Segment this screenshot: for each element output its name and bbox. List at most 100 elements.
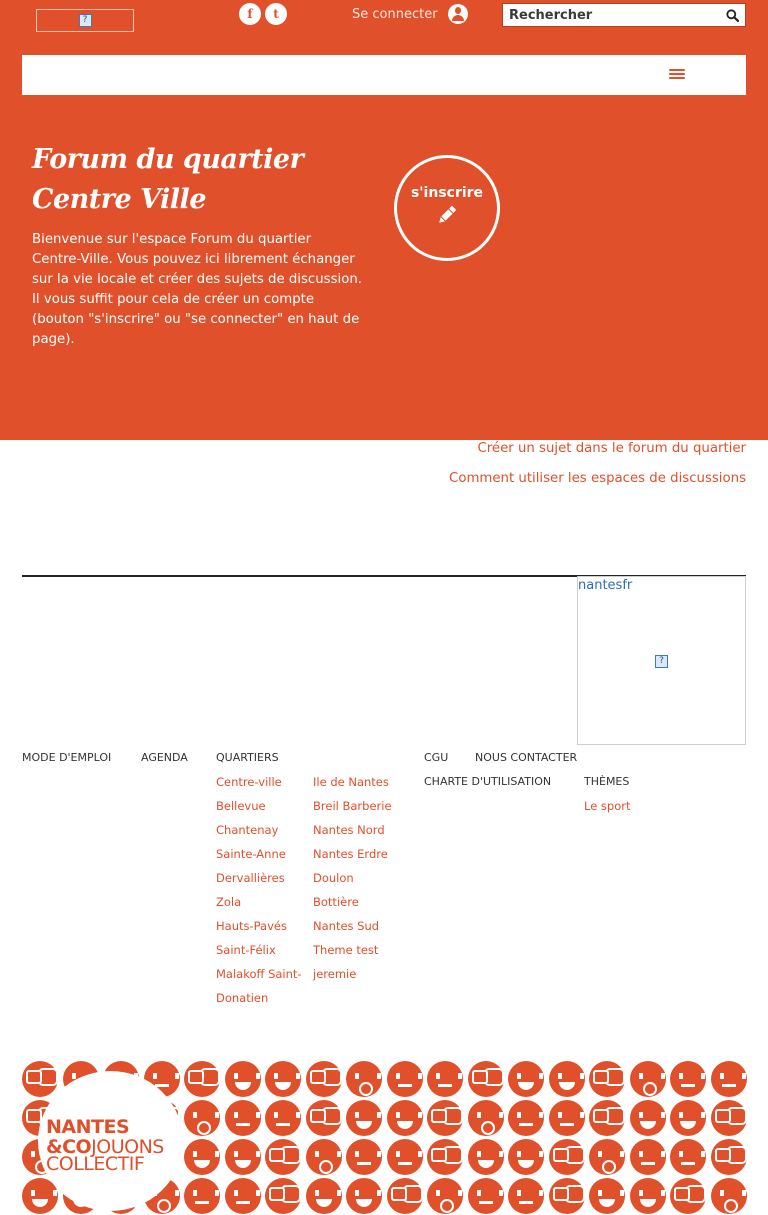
emoji-face-icon (467, 1178, 504, 1214)
emoji-face-icon (710, 1178, 747, 1214)
emoji-face-icon (670, 1178, 706, 1214)
emoji-face-icon (386, 1178, 423, 1214)
quartier-link[interactable]: Theme test (313, 943, 378, 957)
footer-quartiers[interactable]: QUARTIERS (216, 751, 279, 764)
quartier-link[interactable]: Chantenay (216, 823, 278, 837)
twitter-icon[interactable]: t (265, 3, 287, 25)
quartier-link[interactable]: Hauts-Pavés (216, 919, 287, 933)
facebook-icon[interactable]: f (239, 3, 261, 25)
brand-line1: NANTES (46, 1116, 130, 1138)
emoji-face-icon (305, 1061, 342, 1097)
quartier-link[interactable]: jeremie (313, 967, 356, 981)
emoji-face-icon (670, 1139, 706, 1175)
quartier-link[interactable]: Doulon (313, 871, 354, 885)
main-navbar (22, 55, 746, 95)
quartier-link[interactable]: Bottière (313, 895, 359, 909)
emoji-face-icon (467, 1139, 504, 1175)
emoji-face-icon (427, 1100, 463, 1136)
emoji-face-icon (22, 1061, 58, 1097)
quartier-link[interactable]: Dervallières (216, 871, 285, 885)
subscribe-label: s'inscrire (410, 184, 484, 201)
emoji-face-icon (305, 1139, 342, 1175)
emoji-face-icon (508, 1178, 544, 1214)
emoji-face-icon (548, 1100, 585, 1136)
user-icon (447, 4, 468, 24)
subscribe-button[interactable]: s'inscrire (394, 155, 500, 261)
create-topic-link[interactable]: Créer un sujet dans le forum du quartier (477, 441, 746, 456)
hero-banner: ? f t Se connecter Forum du quartier Cen… (0, 0, 768, 440)
emoji-face-icon (427, 1139, 463, 1175)
quartier-link[interactable]: Nantes Erdre (313, 847, 388, 861)
footer-mode-emploi[interactable]: MODE D'EMPLOI (22, 751, 111, 764)
emoji-face-icon (629, 1061, 666, 1097)
quartier-link[interactable]: Zola (216, 895, 241, 909)
quartier-link[interactable]: Centre-ville (216, 775, 282, 789)
emoji-face-icon (224, 1178, 261, 1214)
emoji-face-icon (184, 1061, 220, 1097)
quartier-link[interactable]: Nantes Nord (313, 823, 385, 837)
footer-contact[interactable]: NOUS CONTACTER (475, 751, 577, 764)
site-logo[interactable]: ? (36, 9, 134, 32)
emoji-face-icon (670, 1061, 706, 1097)
pencil-icon (439, 205, 457, 223)
emoji-face-icon (386, 1061, 423, 1097)
emoji-face-icon (265, 1178, 301, 1214)
quartier-link[interactable]: Sainte-Anne (216, 847, 286, 861)
quartier-link[interactable]: Donatien (216, 991, 268, 1005)
how-to-link[interactable]: Comment utiliser les espaces de discussi… (449, 471, 746, 486)
quartier-link[interactable]: Malakoff Saint- (216, 967, 302, 981)
emoji-face-icon (670, 1100, 706, 1136)
emoji-face-icon (184, 1178, 220, 1214)
emoji-face-icon (508, 1100, 544, 1136)
quartier-link[interactable]: Bellevue (216, 799, 266, 813)
emoji-face-icon (508, 1061, 544, 1097)
login-link[interactable]: Se connecter (352, 4, 468, 24)
emoji-face-icon (265, 1061, 301, 1097)
emoji-face-icon (710, 1100, 747, 1136)
quartier-link[interactable]: Ile de Nantes (313, 775, 389, 789)
emoji-face-icon (467, 1061, 504, 1097)
brand-line3: COLLECTIF (46, 1153, 145, 1175)
emoji-face-icon (589, 1139, 625, 1175)
emoji-face-icon (386, 1139, 423, 1175)
ad-label[interactable]: nantesfr (578, 578, 632, 593)
emoji-face-icon (265, 1100, 301, 1136)
theme-link[interactable]: Le sport (584, 799, 631, 813)
broken-image-icon: ? (655, 655, 668, 668)
emoji-face-icon (548, 1139, 585, 1175)
footer-themes[interactable]: THÈMES (584, 775, 629, 788)
emoji-face-icon (305, 1178, 342, 1214)
emoji-face-icon (508, 1139, 544, 1175)
emoji-face-icon (224, 1139, 261, 1175)
footer-charte[interactable]: CHARTE D'UTILISATION (424, 775, 551, 788)
emoji-face-icon (184, 1139, 220, 1175)
emoji-face-icon (184, 1100, 220, 1136)
emoji-face-icon (710, 1061, 747, 1097)
quartier-link[interactable]: Nantes Sud (313, 919, 379, 933)
emoji-face-icon (710, 1139, 747, 1175)
forum-description: Bienvenue sur l'espace Forum du quartier… (32, 232, 363, 347)
emoji-face-icon (467, 1100, 504, 1136)
login-label: Se connecter (352, 6, 438, 22)
emoji-face-icon (346, 1100, 382, 1136)
hamburger-icon[interactable] (669, 68, 685, 80)
emoji-face-icon (548, 1061, 585, 1097)
search-bar (502, 3, 746, 27)
quartier-link[interactable]: Saint-Félix (216, 943, 276, 957)
emoji-face-icon (346, 1178, 382, 1214)
emoji-face-icon (346, 1139, 382, 1175)
footer-cgu[interactable]: CGU (424, 751, 448, 764)
emoji-face-icon (305, 1100, 342, 1136)
emoji-face-icon (265, 1139, 301, 1175)
quartier-link[interactable]: Breil Barberie (313, 799, 392, 813)
search-button[interactable] (719, 4, 745, 26)
emoji-face-icon (427, 1061, 463, 1097)
emoji-face-icon (629, 1139, 666, 1175)
footer-agenda[interactable]: AGENDA (141, 751, 188, 764)
search-input[interactable] (503, 4, 719, 26)
emoji-face-icon (224, 1100, 261, 1136)
emoji-face-icon (629, 1100, 666, 1136)
emoji-face-icon (589, 1100, 625, 1136)
broken-image-icon: ? (78, 14, 92, 27)
emoji-face-icon (386, 1100, 423, 1136)
